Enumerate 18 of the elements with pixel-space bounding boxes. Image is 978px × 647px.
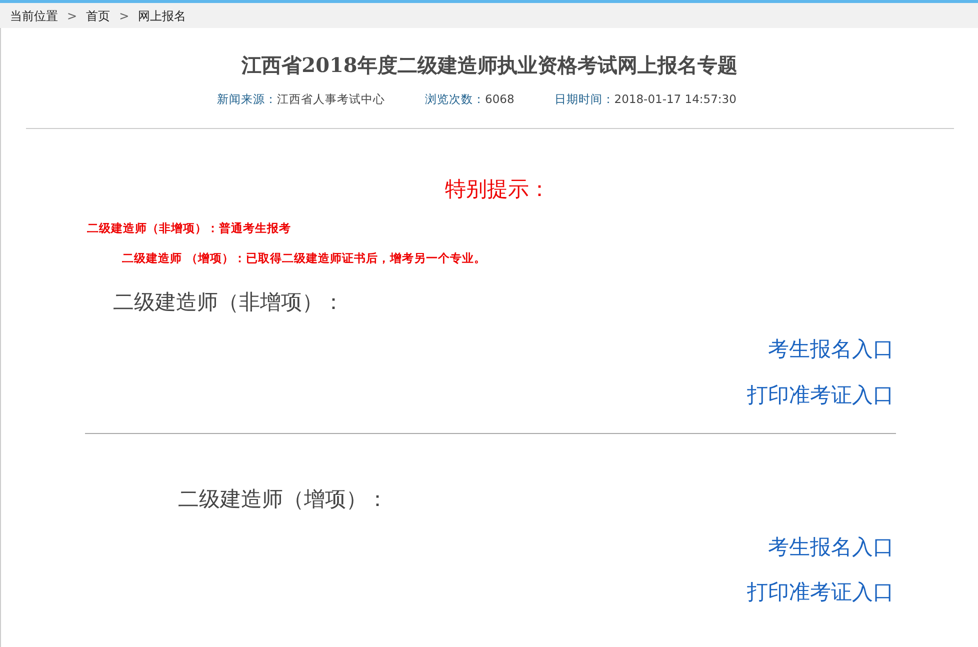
notice-text: 二级建造师（非增项）：普通考生报考: [86, 220, 292, 238]
notice-text: 二级建造师 （增项）：已取得二级建造师证书后，增考另一个专业。: [121, 250, 488, 267]
entry-link[interactable]: 打印准考证入口: [747, 382, 894, 407]
entry-link[interactable]: 考生报名入口: [768, 534, 894, 559]
breadcrumb-separator: >: [67, 8, 78, 24]
entry-link[interactable]: 打印准考证入口: [747, 580, 894, 604]
entry-link[interactable]: 考生报名入口: [768, 337, 894, 362]
section-heading: 二级建造师（非增项）：: [112, 288, 345, 316]
meta-item: 日期时间：2018-01-17 14:57:30: [554, 91, 736, 108]
article-title: 江西省2018年度二级建造师执业资格考试网上报名专题: [240, 52, 738, 77]
meta-item: 浏览次数：6068: [425, 91, 514, 108]
breadcrumb-link[interactable]: 首页: [86, 6, 110, 24]
meta-item: 新闻来源：江西省人事考试中心: [217, 91, 385, 108]
section-heading: 二级建造师（增项）：: [177, 486, 389, 514]
breadcrumb-separator: >: [119, 8, 130, 24]
breadcrumb-link[interactable]: 网上报名: [138, 6, 186, 24]
breadcrumb-label: 当前位置: [10, 8, 58, 24]
notice-heading: 特别提示：: [444, 176, 551, 202]
